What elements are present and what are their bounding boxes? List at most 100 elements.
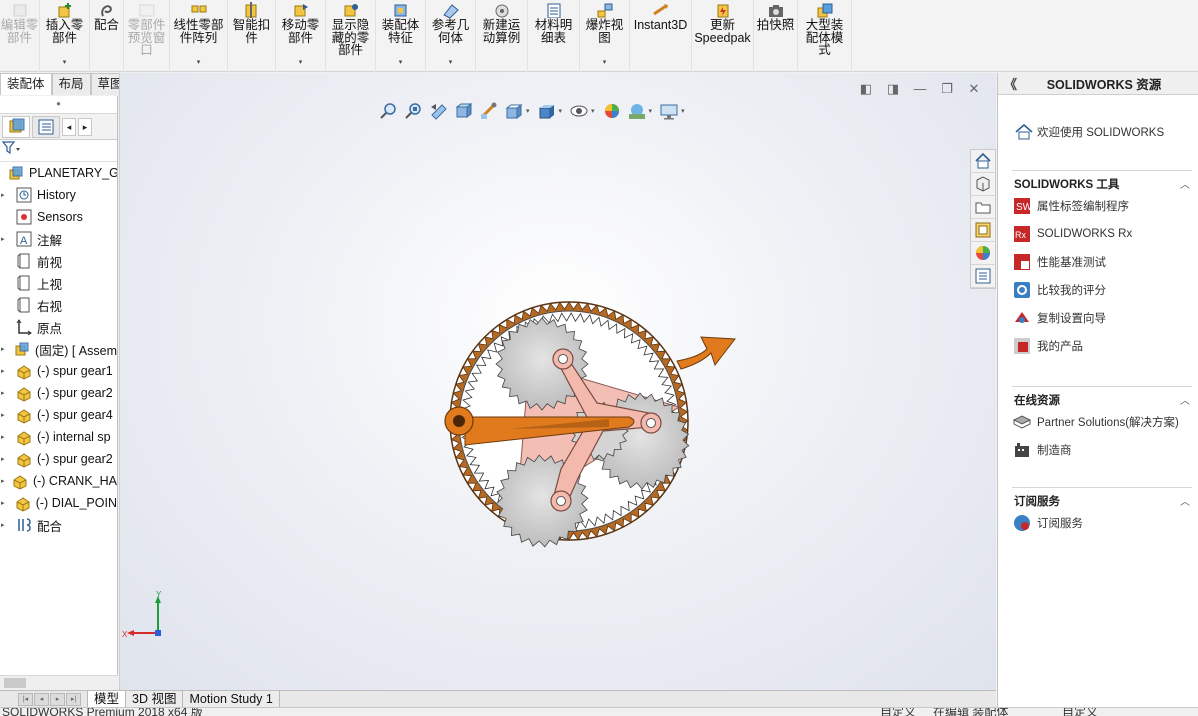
update-speedpak-button[interactable]: 更新 Speedpak [692, 0, 754, 72]
resource-link[interactable]: 复制设置向导 [1012, 304, 1192, 332]
tab-0[interactable]: 装配体 [0, 73, 52, 95]
expand-arrow-icon[interactable]: ▸ [1, 367, 9, 375]
expand-arrow-icon[interactable]: ▸ [1, 345, 7, 353]
move-component-button[interactable]: 移动零 部件 ▾ [276, 0, 326, 72]
view-palette-icon[interactable] [971, 219, 995, 242]
appearances-icon[interactable] [971, 242, 995, 265]
insert-component-button[interactable]: 插入零 部件 ▾ [40, 0, 90, 72]
tab-scroll-left-icon[interactable]: ◂ [62, 117, 76, 136]
first-tab-icon[interactable]: |◂ [18, 692, 33, 706]
move-component-dropdown-icon[interactable]: ▾ [299, 58, 303, 66]
tree-horizontal-scrollbar[interactable] [0, 675, 118, 690]
expand-arrow-icon[interactable]: ▸ [1, 433, 9, 441]
section-header[interactable]: 在线资源 ︿ [1012, 386, 1192, 408]
assembly-features-dropdown-icon[interactable]: ▾ [399, 58, 403, 66]
linear-pattern-button[interactable]: 线性零部 件阵列 ▾ [170, 0, 228, 72]
tab-scroll-right-icon[interactable]: ▸ [78, 117, 92, 136]
custom-properties-icon[interactable] [971, 265, 995, 288]
last-tab-icon[interactable]: ▸| [66, 692, 81, 706]
resource-link[interactable]: 订阅服务 [1012, 509, 1192, 537]
next-tab-icon[interactable]: ▸ [50, 692, 65, 706]
status-custom[interactable]: 自定义 [1062, 708, 1098, 716]
chevron-up-icon[interactable]: ︿ [1180, 392, 1190, 408]
smart-fasteners-button[interactable]: 智能扣 件 [228, 0, 276, 72]
prev-tab-icon[interactable]: ◂ [34, 692, 49, 706]
resource-link[interactable]: Rx SOLIDWORKS Rx [1012, 220, 1192, 248]
linear-pattern-dropdown-icon[interactable]: ▾ [197, 58, 201, 66]
resource-link[interactable]: 制造商 [1012, 436, 1192, 464]
tree-item[interactable]: PLANETARY_GEAR [0, 162, 117, 184]
panel-grip[interactable]: ● [0, 96, 117, 114]
status-units[interactable]: 自定义 [880, 708, 916, 716]
tree-item[interactable]: ▸ (-) DIAL_POIN [0, 492, 117, 514]
tree-item[interactable]: 前视 [0, 250, 117, 272]
tree-item[interactable]: ▸ (-) spur gear4 [0, 404, 117, 426]
chevron-up-icon[interactable]: ︿ [1180, 176, 1190, 192]
resource-link[interactable]: Partner Solutions(解决方案) [1012, 408, 1192, 436]
tab-1[interactable]: 布局 [51, 73, 91, 95]
tree-item[interactable]: 右视 [0, 294, 117, 316]
resource-link[interactable]: 性能基准测试 [1012, 248, 1192, 276]
file-explorer-icon[interactable] [971, 196, 995, 219]
mate-label: 配合 [93, 18, 119, 32]
exploded-view-button[interactable]: 爆炸视 图 ▾ [580, 0, 630, 72]
expand-arrow-icon[interactable]: ▸ [1, 235, 9, 243]
expand-arrow-icon[interactable]: ▸ [1, 455, 9, 463]
property-manager-tab-icon[interactable] [32, 115, 60, 138]
instant3d-button[interactable]: Instant3D [630, 0, 692, 72]
expand-arrow-icon[interactable]: ▸ [1, 191, 9, 199]
bottom-tab-1[interactable]: 3D 视图 [125, 690, 184, 708]
snapshot-label: 拍快照 [756, 18, 795, 32]
tree-item[interactable]: Sensors [0, 206, 117, 228]
task-section: 订阅服务 ︿ 订阅服务 [1012, 487, 1192, 537]
welcome-link[interactable]: 欢迎使用 SOLIDWORKS [1014, 123, 1164, 141]
assembly-features-button[interactable]: 装配体 特征 ▾ [376, 0, 426, 72]
bom-button[interactable]: 材料明 细表 [528, 0, 580, 72]
collapse-pane-icon[interactable]: 《 [1004, 74, 1022, 93]
insert-component-dropdown-icon[interactable]: ▾ [63, 58, 67, 66]
section-header[interactable]: 订阅服务 ︿ [1012, 487, 1192, 509]
feature-tree-tab-icon[interactable] [2, 115, 30, 138]
tree-item[interactable]: ▸ (-) spur gear1 [0, 360, 117, 382]
tree-item[interactable]: ▸ (-) spur gear2 [0, 382, 117, 404]
snapshot-button[interactable]: 拍快照 [754, 0, 798, 72]
reference-geometry-dropdown-icon[interactable]: ▾ [449, 58, 453, 66]
resource-link[interactable]: 我的产品 [1012, 332, 1192, 360]
tree-item[interactable]: ▸ A 注解 [0, 228, 117, 250]
show-hidden-button[interactable]: 显示隐 藏的零 部件 [326, 0, 376, 72]
large-assembly-button[interactable]: 大型装 配体模 式 [798, 0, 852, 72]
tree-item[interactable]: ▸ (-) CRANK_HA [0, 470, 117, 492]
tree-item[interactable]: ▸ 配合 [0, 514, 117, 536]
expand-arrow-icon[interactable]: ▸ [1, 499, 8, 507]
chevron-up-icon[interactable]: ︿ [1180, 493, 1190, 509]
expand-arrow-icon[interactable]: ▸ [1, 477, 5, 485]
expand-arrow-icon[interactable]: ▸ [1, 521, 9, 529]
tree-item[interactable]: ▸ History [0, 184, 117, 206]
section-header[interactable]: SOLIDWORKS 工具 ︿ [1012, 170, 1192, 192]
3d-content-icon[interactable] [971, 173, 995, 196]
expand-arrow-icon[interactable]: ▸ [1, 411, 9, 419]
expand-arrow-icon[interactable]: ▸ [1, 389, 9, 397]
tree-item[interactable]: ▸ (-) spur gear2 [0, 448, 117, 470]
exploded-view-label: 爆炸视 图 [585, 18, 624, 45]
mate-button[interactable]: 配合 [90, 0, 124, 72]
resource-link[interactable]: SW 属性标签编制程序 [1012, 192, 1192, 220]
annotations-icon: A [16, 231, 32, 247]
resource-link[interactable]: 比较我的评分 [1012, 276, 1192, 304]
plane-icon [17, 275, 30, 291]
origin-icon [16, 319, 32, 336]
reference-geometry-button[interactable]: 参考几 何体 ▾ [426, 0, 476, 72]
exploded-view-dropdown-icon[interactable]: ▾ [603, 58, 607, 66]
bottom-tab-2[interactable]: Motion Study 1 [182, 690, 280, 708]
tree-item[interactable]: ▸ (固定) [ Assem [0, 338, 117, 360]
new-motion-study-button[interactable]: 新建运 动算例 [476, 0, 528, 72]
home-icon[interactable] [971, 150, 995, 173]
bottom-tab-0[interactable]: 模型 [87, 690, 127, 708]
tree-item[interactable]: 上视 [0, 272, 117, 294]
graphics-area[interactable]: ▾ ▾ ▾ ▾ ▾ ◧ ◨ — ❐ ✕ Y X [119, 73, 996, 691]
part-icon [17, 387, 31, 402]
tree-filter-icon[interactable] [0, 140, 117, 162]
tree-item[interactable]: 原点 [0, 316, 117, 338]
planetary-gear-model[interactable] [120, 73, 996, 691]
tree-item[interactable]: ▸ (-) internal sp [0, 426, 117, 448]
